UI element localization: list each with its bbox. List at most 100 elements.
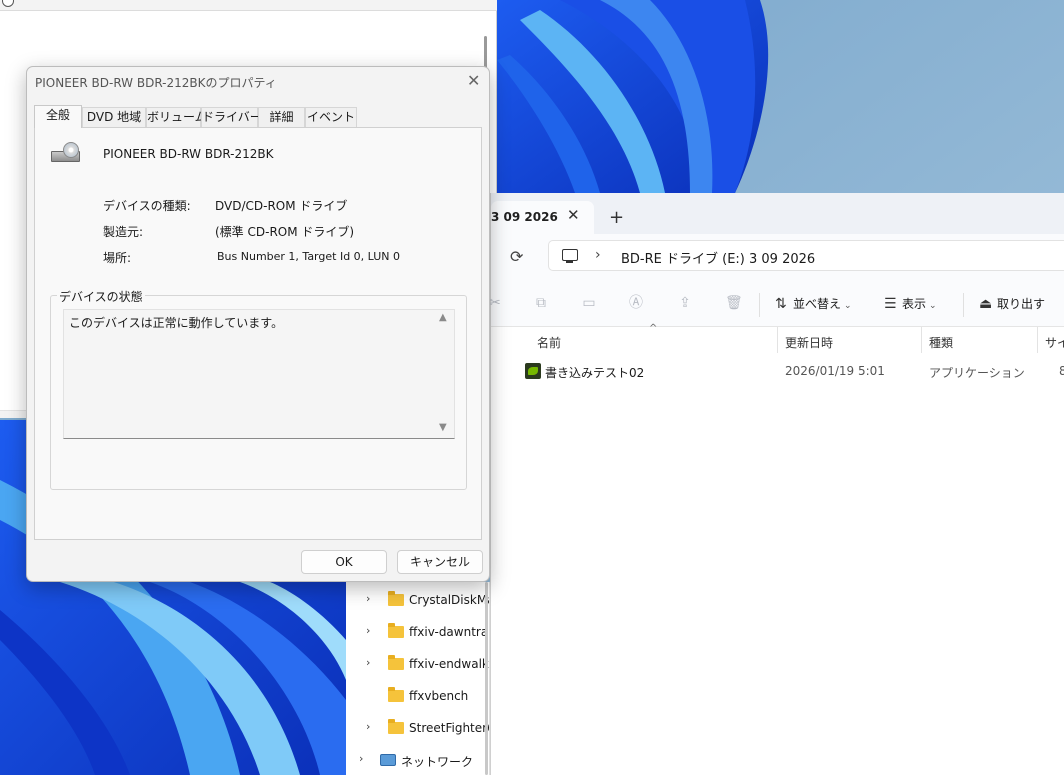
explorer-tab[interactable]: 3 09 2026 ✕: [491, 201, 594, 234]
device-status-text: このデバイスは正常に動作しています。: [69, 316, 284, 330]
refresh-icon[interactable]: ⟳: [510, 247, 523, 266]
explorer-address-row: ⟳ › BD-RE ドライブ (E:) 3 09 2026: [491, 234, 1064, 280]
rename-icon[interactable]: Ⓐ: [628, 295, 644, 311]
general-tab-panel: PIONEER BD-RW BDR-212BK デバイスの種類: DVD/CD-…: [34, 127, 482, 540]
nav-item-crystaldiskmark[interactable]: › CrystalDiskMar: [346, 584, 489, 616]
computer-icon: [562, 249, 578, 263]
scroll-up-icon[interactable]: ▲: [439, 312, 447, 323]
navigation-scrollbar[interactable]: [485, 582, 488, 775]
explorer-tab-title: 3 09 2026: [491, 210, 558, 224]
folder-icon: [388, 719, 404, 734]
file-row[interactable]: 書き込みテスト02 2026/01/19 5:01 アプリケーション 8: [491, 359, 1064, 383]
manufacturer-label: 製造元:: [103, 225, 144, 239]
file-list-header: ^ 名前 更新日時 種類 サイ: [491, 323, 1064, 355]
nav-item-ffxvbench[interactable]: ffxvbench: [346, 680, 489, 712]
share-icon[interactable]: ⇪: [677, 295, 693, 311]
disc-icon: [63, 142, 79, 158]
command-separator: [963, 293, 964, 317]
column-type[interactable]: 種類: [929, 334, 953, 351]
chevron-right-icon[interactable]: ›: [359, 752, 363, 765]
background-window-header: [0, 0, 497, 11]
nav-item-streetfighter6[interactable]: › StreetFighter6_: [346, 712, 489, 744]
sort-icon: ⇅: [775, 296, 787, 312]
trash-icon[interactable]: 🗑: [725, 295, 743, 311]
paste-icon[interactable]: ▭: [581, 295, 597, 311]
nav-item-label: StreetFighter6_: [409, 721, 489, 735]
nav-item-network[interactable]: › ネットワーク: [346, 744, 489, 775]
new-tab-icon[interactable]: +: [609, 207, 624, 228]
ok-button[interactable]: OK: [301, 550, 387, 574]
chevron-right-icon[interactable]: ›: [366, 656, 370, 669]
close-icon[interactable]: ✕: [567, 206, 580, 224]
device-type-label: デバイスの種類:: [103, 199, 191, 213]
explorer-command-bar: ✂ ⧉ ▭ Ⓐ ⇪ 🗑 ⇅ 並べ替え ⌄ ☰ 表示 ⌄ ⏏ 取り出す: [489, 280, 1064, 327]
chevron-down-icon: ⌄: [844, 301, 852, 311]
tab-dvd-region[interactable]: DVD 地域: [82, 107, 146, 127]
column-size[interactable]: サイ: [1045, 334, 1064, 351]
nav-item-label: ネットワーク: [401, 755, 474, 769]
tab-details[interactable]: 詳細: [258, 107, 305, 127]
optical-drive-icon: [51, 142, 81, 167]
manufacturer-value: (標準 CD-ROM ドライブ): [215, 225, 355, 239]
breadcrumb[interactable]: BD-RE ドライブ (E:) 3 09 2026: [621, 248, 815, 267]
sort-ascending-icon: ^: [649, 323, 658, 334]
copy-icon[interactable]: ⧉: [533, 295, 549, 311]
column-modified[interactable]: 更新日時: [785, 334, 833, 351]
eject-icon: ⏏: [979, 296, 993, 312]
folder-icon: [388, 687, 404, 702]
eject-label: 取り出す: [997, 297, 1046, 311]
chevron-right-icon[interactable]: ›: [366, 720, 370, 733]
view-label: 表示: [902, 297, 927, 311]
chevron-right-icon[interactable]: ›: [366, 592, 370, 605]
application-icon: [525, 363, 541, 379]
device-name: PIONEER BD-RW BDR-212BK: [103, 147, 274, 161]
scroll-down-icon[interactable]: ▼: [439, 422, 447, 433]
dialog-title-bar[interactable]: PIONEER BD-RW BDR-212BKのプロパティ ✕: [27, 67, 489, 97]
view-list-icon: ☰: [884, 296, 897, 312]
explorer-tab-strip: 3 09 2026 ✕ +: [491, 193, 1064, 234]
dialog-tabs: 全般 DVD 地域 ボリューム ドライバー 詳細 イベント: [34, 105, 484, 128]
tab-volume[interactable]: ボリューム: [146, 107, 207, 127]
view-button[interactable]: ☰ 表示 ⌄: [884, 295, 937, 312]
column-divider[interactable]: [1037, 327, 1038, 353]
file-name: 書き込みテスト02: [545, 366, 645, 380]
command-separator: [759, 293, 760, 317]
chevron-down-icon: ⌄: [929, 301, 937, 311]
sort-label: 並べ替え: [793, 297, 842, 311]
folder-icon: [388, 623, 404, 638]
nav-item-label: ffxvbench: [409, 689, 469, 703]
location-value: Bus Number 1, Target Id 0, LUN 0: [217, 250, 401, 263]
network-icon: [380, 754, 396, 766]
cancel-button[interactable]: キャンセル: [397, 550, 483, 574]
chevron-right-icon[interactable]: ›: [595, 247, 601, 263]
file-modified: 2026/01/19 5:01: [785, 364, 885, 378]
file-type: アプリケーション: [929, 366, 1025, 380]
nav-item-label: CrystalDiskMar: [409, 593, 489, 607]
column-divider[interactable]: [777, 327, 778, 353]
device-status-group: デバイスの状態 このデバイスは正常に動作しています。 ▲ ▼: [50, 288, 467, 490]
navigation-pane: › CrystalDiskMar › ffxiv-dawntrail › ffx…: [346, 582, 490, 775]
file-size: 8: [1059, 364, 1064, 378]
folder-icon: [388, 591, 404, 606]
device-type-value: DVD/CD-ROM ドライブ: [215, 199, 348, 213]
nav-item-label: ffxiv-dawntrail: [409, 625, 490, 639]
tab-driver[interactable]: ドライバー: [201, 107, 262, 127]
close-icon[interactable]: ✕: [467, 71, 480, 90]
eject-button[interactable]: ⏏ 取り出す: [979, 295, 1045, 312]
nav-item-ffxiv-dawntrail[interactable]: › ffxiv-dawntrail: [346, 616, 490, 648]
tab-events[interactable]: イベント: [305, 107, 357, 127]
nav-item-ffxiv-endwalker[interactable]: › ffxiv-endwalke: [346, 648, 489, 680]
tab-general[interactable]: 全般: [34, 105, 82, 128]
column-divider[interactable]: [921, 327, 922, 353]
device-status-label: デバイスの状態: [57, 288, 145, 305]
address-bar[interactable]: › BD-RE ドライブ (E:) 3 09 2026: [548, 240, 1064, 271]
folder-icon: [388, 655, 404, 670]
device-status-textbox[interactable]: このデバイスは正常に動作しています。 ▲ ▼: [63, 309, 455, 439]
properties-dialog: PIONEER BD-RW BDR-212BKのプロパティ ✕ 全般 DVD 地…: [26, 66, 490, 582]
chevron-right-icon[interactable]: ›: [366, 624, 370, 637]
file-explorer-window: 3 09 2026 ✕ + ⟳ › BD-RE ドライブ (E:) 3 09 2…: [489, 193, 1064, 775]
column-name[interactable]: 名前: [537, 334, 561, 351]
location-label: 場所:: [103, 251, 132, 265]
sort-button[interactable]: ⇅ 並べ替え ⌄: [775, 295, 852, 312]
chevron-down-icon[interactable]: [2, 0, 14, 7]
